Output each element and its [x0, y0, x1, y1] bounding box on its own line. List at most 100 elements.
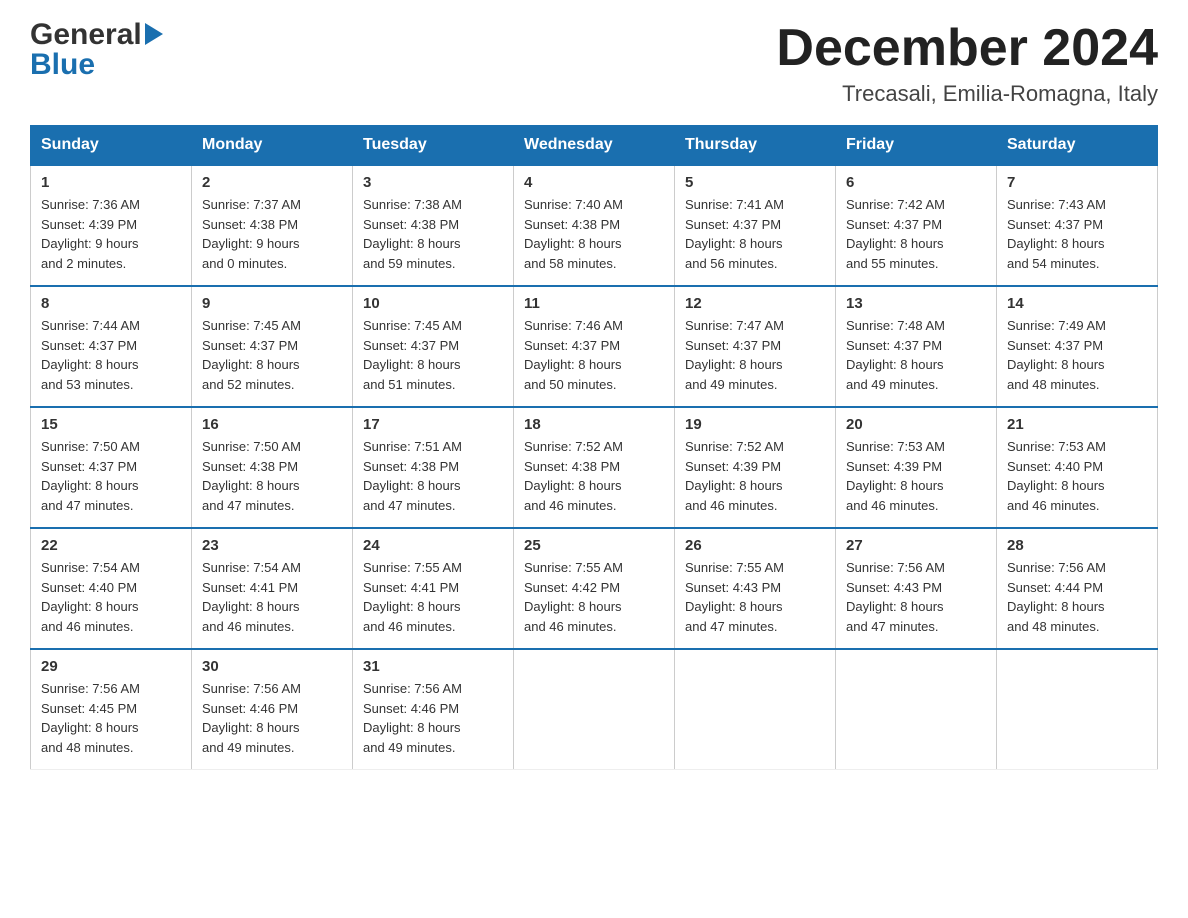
day-number: 15 [41, 416, 181, 433]
day-number: 13 [846, 295, 986, 312]
day-info: Sunrise: 7:53 AMSunset: 4:39 PMDaylight:… [846, 437, 986, 515]
week-row-2: 8 Sunrise: 7:44 AMSunset: 4:37 PMDayligh… [31, 286, 1158, 407]
week-row-1: 1 Sunrise: 7:36 AMSunset: 4:39 PMDayligh… [31, 165, 1158, 286]
logo-blue-text: Blue [30, 50, 163, 80]
calendar-cell: 17 Sunrise: 7:51 AMSunset: 4:38 PMDaylig… [353, 407, 514, 528]
day-number: 18 [524, 416, 664, 433]
calendar-cell: 14 Sunrise: 7:49 AMSunset: 4:37 PMDaylig… [997, 286, 1158, 407]
day-info: Sunrise: 7:44 AMSunset: 4:37 PMDaylight:… [41, 316, 181, 394]
day-info: Sunrise: 7:56 AMSunset: 4:46 PMDaylight:… [202, 679, 342, 757]
day-info: Sunrise: 7:50 AMSunset: 4:37 PMDaylight:… [41, 437, 181, 515]
day-number: 27 [846, 537, 986, 554]
week-row-5: 29 Sunrise: 7:56 AMSunset: 4:45 PMDaylig… [31, 649, 1158, 770]
calendar-cell: 12 Sunrise: 7:47 AMSunset: 4:37 PMDaylig… [675, 286, 836, 407]
day-number: 7 [1007, 174, 1147, 191]
day-info: Sunrise: 7:49 AMSunset: 4:37 PMDaylight:… [1007, 316, 1147, 394]
day-number: 4 [524, 174, 664, 191]
day-info: Sunrise: 7:55 AMSunset: 4:43 PMDaylight:… [685, 558, 825, 636]
calendar-header: SundayMondayTuesdayWednesdayThursdayFrid… [31, 126, 1158, 166]
calendar-cell: 8 Sunrise: 7:44 AMSunset: 4:37 PMDayligh… [31, 286, 192, 407]
calendar-cell: 15 Sunrise: 7:50 AMSunset: 4:37 PMDaylig… [31, 407, 192, 528]
day-number: 8 [41, 295, 181, 312]
calendar-cell: 3 Sunrise: 7:38 AMSunset: 4:38 PMDayligh… [353, 165, 514, 286]
day-info: Sunrise: 7:55 AMSunset: 4:42 PMDaylight:… [524, 558, 664, 636]
calendar-cell: 5 Sunrise: 7:41 AMSunset: 4:37 PMDayligh… [675, 165, 836, 286]
calendar-cell: 2 Sunrise: 7:37 AMSunset: 4:38 PMDayligh… [192, 165, 353, 286]
header-wednesday: Wednesday [514, 126, 675, 166]
calendar-cell: 10 Sunrise: 7:45 AMSunset: 4:37 PMDaylig… [353, 286, 514, 407]
calendar-cell: 25 Sunrise: 7:55 AMSunset: 4:42 PMDaylig… [514, 528, 675, 649]
day-info: Sunrise: 7:50 AMSunset: 4:38 PMDaylight:… [202, 437, 342, 515]
calendar-cell [675, 649, 836, 770]
calendar-cell: 9 Sunrise: 7:45 AMSunset: 4:37 PMDayligh… [192, 286, 353, 407]
week-row-4: 22 Sunrise: 7:54 AMSunset: 4:40 PMDaylig… [31, 528, 1158, 649]
day-number: 16 [202, 416, 342, 433]
day-number: 17 [363, 416, 503, 433]
calendar-cell: 19 Sunrise: 7:52 AMSunset: 4:39 PMDaylig… [675, 407, 836, 528]
day-info: Sunrise: 7:52 AMSunset: 4:38 PMDaylight:… [524, 437, 664, 515]
day-number: 22 [41, 537, 181, 554]
day-info: Sunrise: 7:56 AMSunset: 4:46 PMDaylight:… [363, 679, 503, 757]
calendar-cell: 6 Sunrise: 7:42 AMSunset: 4:37 PMDayligh… [836, 165, 997, 286]
day-info: Sunrise: 7:51 AMSunset: 4:38 PMDaylight:… [363, 437, 503, 515]
day-number: 20 [846, 416, 986, 433]
day-info: Sunrise: 7:56 AMSunset: 4:43 PMDaylight:… [846, 558, 986, 636]
calendar-cell: 26 Sunrise: 7:55 AMSunset: 4:43 PMDaylig… [675, 528, 836, 649]
day-info: Sunrise: 7:54 AMSunset: 4:41 PMDaylight:… [202, 558, 342, 636]
day-number: 14 [1007, 295, 1147, 312]
calendar-cell: 29 Sunrise: 7:56 AMSunset: 4:45 PMDaylig… [31, 649, 192, 770]
calendar-cell: 1 Sunrise: 7:36 AMSunset: 4:39 PMDayligh… [31, 165, 192, 286]
calendar-cell: 20 Sunrise: 7:53 AMSunset: 4:39 PMDaylig… [836, 407, 997, 528]
week-row-3: 15 Sunrise: 7:50 AMSunset: 4:37 PMDaylig… [31, 407, 1158, 528]
calendar-body: 1 Sunrise: 7:36 AMSunset: 4:39 PMDayligh… [31, 165, 1158, 770]
logo-triangle-icon [145, 23, 163, 45]
logo: General Blue [30, 20, 163, 80]
calendar-cell [836, 649, 997, 770]
day-number: 10 [363, 295, 503, 312]
day-number: 28 [1007, 537, 1147, 554]
calendar-cell: 4 Sunrise: 7:40 AMSunset: 4:38 PMDayligh… [514, 165, 675, 286]
day-info: Sunrise: 7:45 AMSunset: 4:37 PMDaylight:… [363, 316, 503, 394]
page-header: General Blue December 2024 Trecasali, Em… [30, 20, 1158, 107]
day-info: Sunrise: 7:53 AMSunset: 4:40 PMDaylight:… [1007, 437, 1147, 515]
day-info: Sunrise: 7:36 AMSunset: 4:39 PMDaylight:… [41, 195, 181, 273]
calendar-cell: 16 Sunrise: 7:50 AMSunset: 4:38 PMDaylig… [192, 407, 353, 528]
calendar-cell: 22 Sunrise: 7:54 AMSunset: 4:40 PMDaylig… [31, 528, 192, 649]
day-info: Sunrise: 7:48 AMSunset: 4:37 PMDaylight:… [846, 316, 986, 394]
day-number: 30 [202, 658, 342, 675]
calendar-cell: 21 Sunrise: 7:53 AMSunset: 4:40 PMDaylig… [997, 407, 1158, 528]
day-info: Sunrise: 7:41 AMSunset: 4:37 PMDaylight:… [685, 195, 825, 273]
day-number: 21 [1007, 416, 1147, 433]
day-info: Sunrise: 7:55 AMSunset: 4:41 PMDaylight:… [363, 558, 503, 636]
day-info: Sunrise: 7:40 AMSunset: 4:38 PMDaylight:… [524, 195, 664, 273]
calendar-cell: 24 Sunrise: 7:55 AMSunset: 4:41 PMDaylig… [353, 528, 514, 649]
calendar-table: SundayMondayTuesdayWednesdayThursdayFrid… [30, 125, 1158, 770]
day-number: 3 [363, 174, 503, 191]
header-saturday: Saturday [997, 126, 1158, 166]
day-number: 11 [524, 295, 664, 312]
day-info: Sunrise: 7:43 AMSunset: 4:37 PMDaylight:… [1007, 195, 1147, 273]
day-number: 24 [363, 537, 503, 554]
day-info: Sunrise: 7:46 AMSunset: 4:37 PMDaylight:… [524, 316, 664, 394]
logo-general-text: General [30, 20, 142, 50]
header-sunday: Sunday [31, 126, 192, 166]
day-number: 26 [685, 537, 825, 554]
calendar-cell: 13 Sunrise: 7:48 AMSunset: 4:37 PMDaylig… [836, 286, 997, 407]
day-number: 1 [41, 174, 181, 191]
calendar-cell [514, 649, 675, 770]
title-block: December 2024 Trecasali, Emilia-Romagna,… [776, 20, 1158, 107]
header-monday: Monday [192, 126, 353, 166]
calendar-cell: 7 Sunrise: 7:43 AMSunset: 4:37 PMDayligh… [997, 165, 1158, 286]
location-text: Trecasali, Emilia-Romagna, Italy [776, 81, 1158, 107]
day-info: Sunrise: 7:47 AMSunset: 4:37 PMDaylight:… [685, 316, 825, 394]
header-thursday: Thursday [675, 126, 836, 166]
day-info: Sunrise: 7:54 AMSunset: 4:40 PMDaylight:… [41, 558, 181, 636]
day-number: 9 [202, 295, 342, 312]
day-number: 23 [202, 537, 342, 554]
day-number: 12 [685, 295, 825, 312]
day-number: 6 [846, 174, 986, 191]
day-info: Sunrise: 7:42 AMSunset: 4:37 PMDaylight:… [846, 195, 986, 273]
day-number: 29 [41, 658, 181, 675]
day-number: 31 [363, 658, 503, 675]
day-info: Sunrise: 7:56 AMSunset: 4:45 PMDaylight:… [41, 679, 181, 757]
